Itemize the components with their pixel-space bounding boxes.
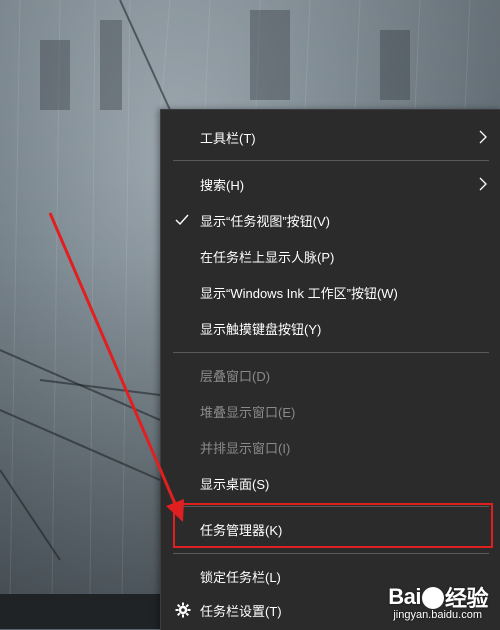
menu-item-stack-windows: 堆叠显示窗口(E): [161, 393, 500, 429]
menu-item-label: 在任务栏上显示人脉(P): [200, 249, 335, 265]
watermark-url: jingyan.baidu.com: [393, 609, 482, 621]
menu-item-show-touch-keyboard[interactable]: 显示触摸键盘按钮(Y): [161, 310, 500, 346]
paw-icon: [421, 587, 444, 609]
menu-item-label: 工具栏(T): [200, 130, 256, 146]
menu-item-label: 层叠窗口(D): [200, 368, 271, 384]
menu-item-label: 显示桌面(S): [200, 476, 270, 492]
watermark-logo-left: Bai: [388, 584, 421, 609]
menu-separator: [173, 553, 489, 554]
checkmark-icon: [175, 214, 189, 226]
menu-item-show-windows-ink[interactable]: 显示“Windows Ink 工作区”按钮(W): [161, 274, 500, 310]
baidu-jingyan-watermark: Bai 经验 jingyan.baidu.com: [368, 581, 488, 625]
gear-icon: [175, 602, 191, 618]
menu-item-show-people[interactable]: 在任务栏上显示人脉(P): [161, 238, 500, 274]
menu-item-label: 显示“任务视图”按钮(V): [200, 213, 330, 229]
menu-item-cascade-windows: 层叠窗口(D): [161, 357, 500, 393]
menu-separator: [173, 506, 489, 507]
menu-item-task-manager[interactable]: 任务管理器(K): [161, 511, 500, 547]
chevron-right-icon: [479, 177, 487, 191]
menu-item-show-task-view[interactable]: 显示“任务视图”按钮(V): [161, 202, 500, 238]
menu-item-side-by-side-windows: 并排显示窗口(I): [161, 429, 500, 465]
menu-item-search[interactable]: 搜索(H): [161, 166, 500, 202]
menu-item-label: 并排显示窗口(I): [200, 440, 291, 456]
menu-item-label: 任务管理器(K): [200, 522, 283, 538]
taskbar-context-menu: 工具栏(T) 搜索(H) 显示“任务视图”按钮(V) 在任务栏上显示人脉(P) …: [160, 109, 500, 630]
menu-separator: [173, 160, 489, 161]
menu-item-label: 显示触摸键盘按钮(Y): [200, 321, 322, 337]
menu-item-label: 堆叠显示窗口(E): [200, 404, 296, 420]
menu-separator: [173, 352, 489, 353]
menu-item-label: 锁定任务栏(L): [200, 569, 281, 585]
menu-item-label: 任务栏设置(T): [200, 603, 282, 619]
menu-item-label: 显示“Windows Ink 工作区”按钮(W): [200, 285, 398, 301]
menu-item-show-desktop[interactable]: 显示桌面(S): [161, 465, 500, 501]
menu-item-toolbars[interactable]: 工具栏(T): [161, 119, 500, 155]
chevron-right-icon: [479, 130, 487, 144]
menu-item-label: 搜索(H): [200, 177, 245, 193]
